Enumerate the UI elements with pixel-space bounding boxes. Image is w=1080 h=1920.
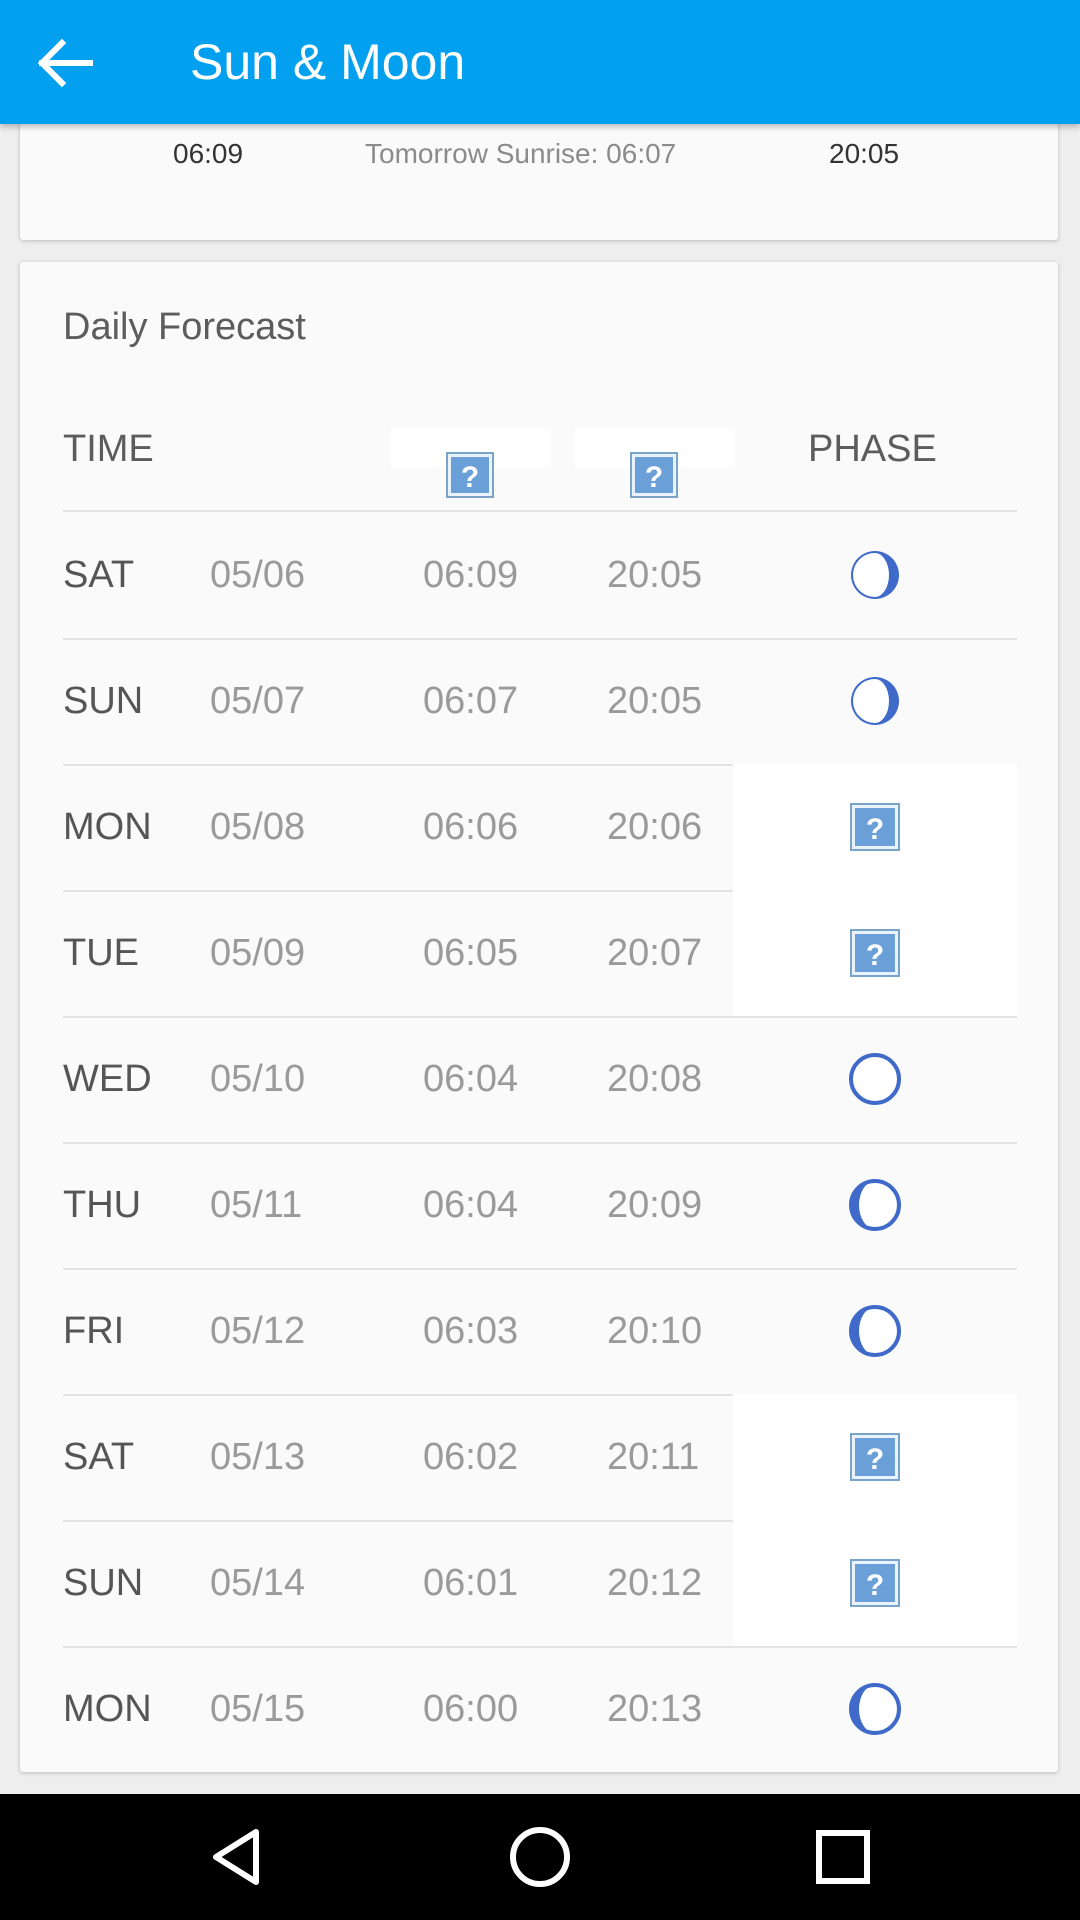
daily-forecast-card: Daily Forecast TIME ? ? PHASE SAT 05/06 06… [20,262,1058,1772]
forecast-row: SUN 05/07 06:07 20:05 [20,638,1058,764]
waxing-crescent-icon [851,677,899,725]
date-label: 05/06 [210,554,306,596]
date-label: 05/07 [210,680,306,722]
missing-image-icon: ? [850,1559,900,1607]
sunrise-time: 06:04 [423,1058,519,1100]
full-moon-icon [849,1053,901,1105]
sunset-time: 20:05 [607,554,703,596]
sunset-time: 20:05 [607,680,703,722]
svg-text:?: ? [461,461,479,494]
forecast-row: MON 05/08 06:06 20:06? [20,764,1058,890]
sunrise-time: 06:09 [423,554,519,596]
sunset-time: 20:08 [607,1058,703,1100]
sunset-time: 20:10 [607,1310,703,1352]
forecast-row: WED 05/10 06:04 20:08 [20,1016,1058,1142]
waning-gibbous-icon [849,1305,901,1357]
sunrise-time: 06:07 [423,680,519,722]
sunrise-time: 06:05 [423,932,519,974]
date-label: 05/09 [210,932,306,974]
svg-text:?: ? [866,1443,884,1476]
arrow-left-icon [37,38,93,88]
forecast-row: FRI 05/12 06:03 20:10 [20,1268,1058,1394]
svg-text:?: ? [866,1569,884,1602]
forecast-row: SAT 05/13 06:02 20:11? [20,1394,1058,1520]
svg-text:?: ? [645,461,663,494]
sunrise-time: 06:02 [423,1436,519,1478]
forecast-row: THU 05/11 06:04 20:09 [20,1142,1058,1268]
svg-text:?: ? [866,813,884,846]
app-bar: Sun & Moon [0,0,1080,124]
nav-back-button[interactable] [200,1820,274,1894]
day-label: SUN [63,1562,144,1604]
sunset-time: 20:06 [607,806,703,848]
sunset-time: 20:07 [607,932,703,974]
sunset-time: 20:11 [607,1436,700,1478]
tomorrow-sunrise: Tomorrow Sunrise: 06:07 [365,138,677,169]
nav-recents-button[interactable] [806,1820,880,1894]
sunrise-time: 06:00 [423,1688,519,1730]
date-label: 05/10 [210,1058,306,1100]
sunrise-time: 06:03 [423,1310,519,1352]
time-column-header: TIME [63,428,154,470]
forecast-title: Daily Forecast [63,306,306,348]
day-label: SAT [63,1436,135,1478]
day-label: WED [63,1058,152,1100]
nav-back-icon [213,1829,259,1885]
missing-image-icon: ? [850,1433,900,1481]
day-label: MON [63,1688,152,1730]
date-label: 05/08 [210,806,306,848]
page-title: Sun & Moon [190,34,466,90]
nav-recents-icon [816,1830,870,1884]
day-label: MON [63,806,152,848]
date-label: 05/13 [210,1436,306,1478]
svg-text:?: ? [866,939,884,972]
missing-image-icon: ? [630,452,678,498]
date-label: 05/12 [210,1310,306,1352]
day-label: SUN [63,680,144,722]
forecast-row: MON 05/15 06:00 20:13 [20,1646,1058,1772]
sunset-time: 20:09 [607,1184,703,1226]
missing-image-icon: ? [446,452,494,498]
day-label: TUE [63,932,139,974]
day-label: FRI [63,1310,125,1352]
phase-column-header: PHASE [808,428,937,470]
nav-home-icon [510,1827,570,1887]
back-button[interactable] [28,30,100,96]
forecast-row: SUN 05/14 06:01 20:12? [20,1520,1058,1646]
date-label: 05/15 [210,1688,306,1730]
sunrise-time: 06:01 [423,1562,519,1604]
day-label: THU [63,1184,142,1226]
waxing-crescent-icon [851,551,899,599]
date-label: 05/11 [210,1184,303,1226]
sunrise-time: 06:04 [423,1184,519,1226]
today-sunrise: 06:09 [173,138,244,169]
waning-gibbous-icon [849,1683,901,1735]
sunset-time: 20:13 [607,1688,703,1730]
waning-gibbous-icon [849,1179,901,1231]
nav-home-button[interactable] [503,1820,577,1894]
sunset-time: 20:12 [607,1562,703,1604]
system-nav-bar [0,1794,1080,1920]
sunrise-time: 06:06 [423,806,519,848]
missing-image-icon: ? [850,929,900,977]
forecast-row: SAT 05/06 06:09 20:05 [20,512,1058,638]
forecast-row: TUE 05/09 06:05 20:07? [20,890,1058,1016]
missing-image-icon: ? [850,803,900,851]
today-sunset: 20:05 [829,138,900,169]
day-label: SAT [63,554,135,596]
date-label: 05/14 [210,1562,306,1604]
